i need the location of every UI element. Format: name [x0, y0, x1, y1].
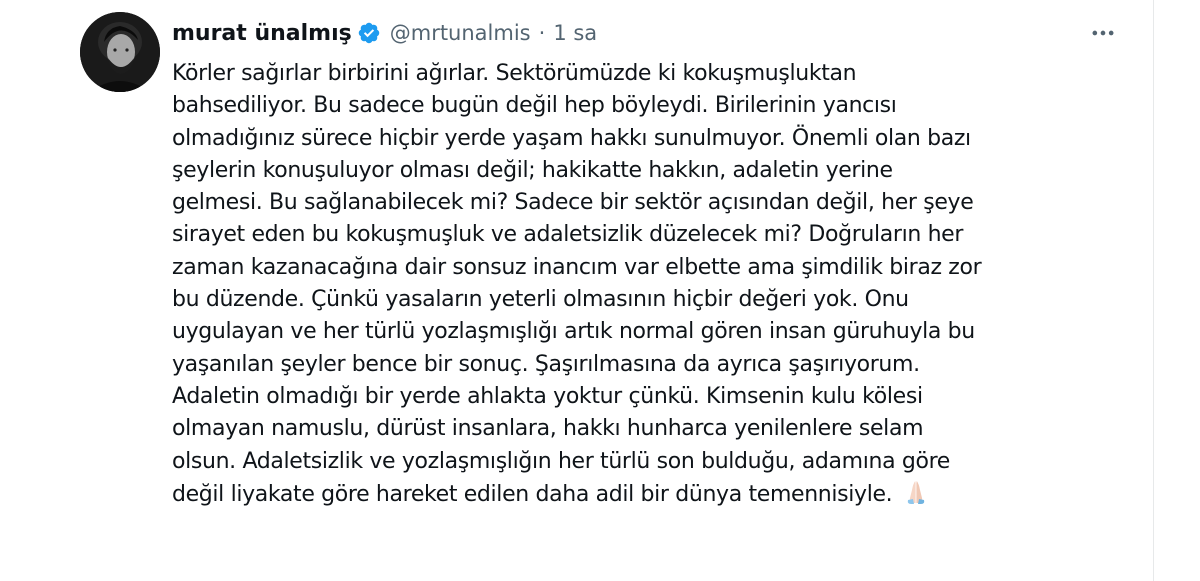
- tweet-text-line: Adaletin olmadığı bir yerde ahlakta yokt…: [172, 383, 923, 409]
- meta-separator: ·: [538, 21, 546, 45]
- tweet-card[interactable]: murat ünalmış @mrtunalmis · 1 sa Körler …: [0, 0, 1154, 581]
- tweet-text-line: Körler sağırlar birbirini ağırlar. Sektö…: [172, 61, 857, 86]
- tweet-text-line: olsun. Adaletsizlik ve yozlaşmışlığın he…: [172, 448, 950, 474]
- tweet-text-line-last: değil liyakate göre hareket edilen daha …: [172, 478, 1132, 510]
- tweet-text-line: uygulayan ve her türlü yozlaşmışlığı art…: [172, 319, 975, 345]
- avatar-photo: [80, 12, 160, 92]
- tweet-text-line: bu düzende. Çünkü yasaların yeterli olma…: [172, 287, 909, 313]
- tweet-text-line: sirayet eden bu kokuşmuşluk ve adaletsiz…: [172, 222, 964, 248]
- timestamp[interactable]: 1 sa: [553, 21, 597, 45]
- tweet-text-last: değil liyakate göre hareket edilen daha …: [172, 481, 893, 507]
- tweet-text-line: şeylerin konuşuluyor olması değil; hakik…: [172, 157, 893, 183]
- display-name[interactable]: murat ünalmış: [172, 21, 352, 46]
- tweet-text-line: yaşanılan şeyler bence bir sonuç. Şaşırı…: [172, 351, 920, 377]
- tweet-header: murat ünalmış @mrtunalmis · 1 sa: [172, 16, 597, 50]
- tweet-text-line: zaman kazanacağına dair sonsuz inancım v…: [172, 254, 982, 280]
- verified-badge-icon[interactable]: [357, 21, 381, 45]
- user-handle[interactable]: @mrtunalmis: [390, 21, 531, 45]
- folded-hands-emoji-icon: [902, 478, 930, 506]
- avatar[interactable]: [80, 12, 160, 92]
- tweet-text-line: gelmesi. Bu sağlanabilecek mi? Sadece bi…: [172, 190, 974, 216]
- tweet-text-line: bahsediliyor. Bu sadece bugün değil hep …: [172, 93, 897, 119]
- tweet-text-line: olmadığınız sürece hiçbir yerde yaşam ha…: [172, 125, 971, 151]
- tweet-text-line: olmayan namuslu, dürüst insanlara, hakkı…: [172, 416, 924, 442]
- more-options-icon[interactable]: [1086, 18, 1120, 48]
- tweet-text: Körler sağırlar birbirini ağırlar. Sektö…: [172, 58, 1132, 510]
